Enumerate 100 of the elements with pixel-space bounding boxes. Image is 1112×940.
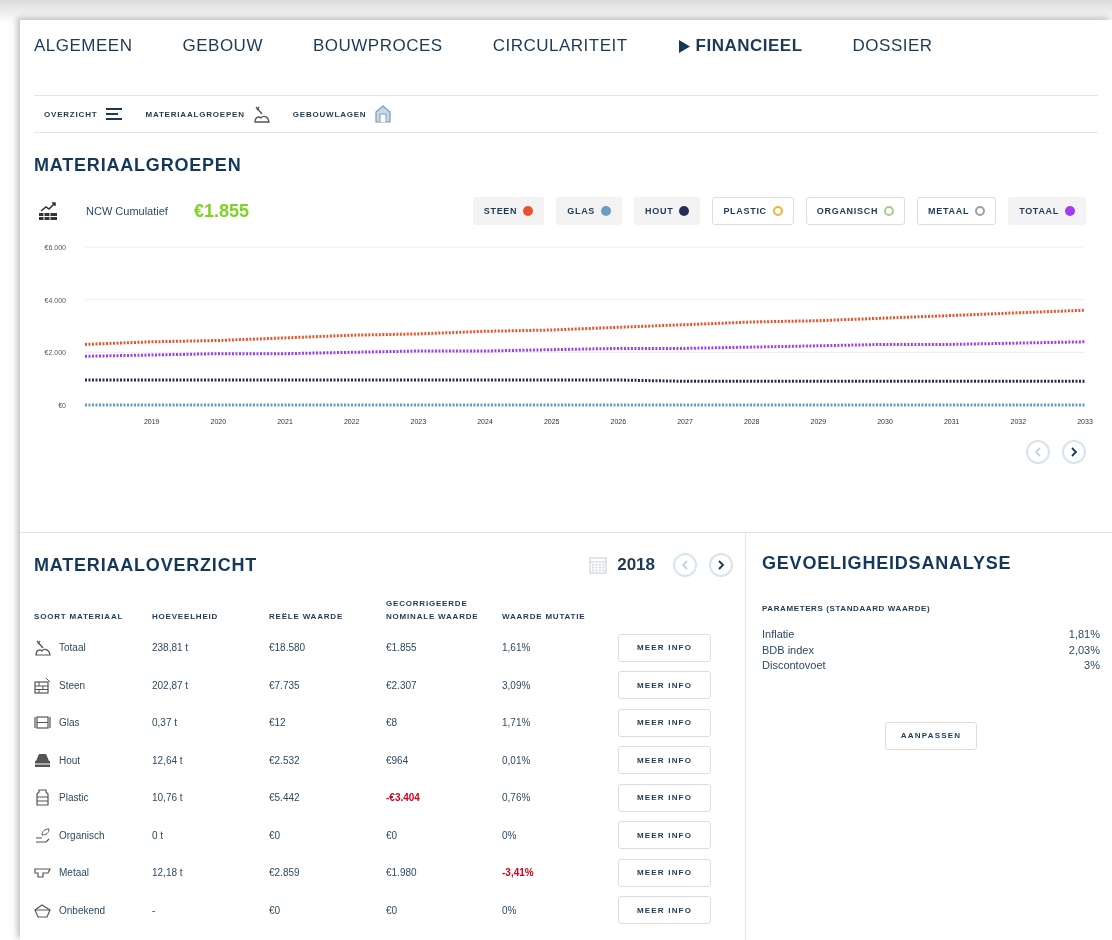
table-cell: €2.307 bbox=[386, 679, 417, 691]
lines-icon bbox=[105, 105, 124, 123]
parameters-heading: PARAMETERS (STANDAARD WAARDE) bbox=[762, 604, 932, 613]
table-cell: 1,61% bbox=[502, 642, 531, 654]
section-title: GEVOELIGHEIDSANALYSE bbox=[762, 553, 1013, 574]
more-info-button[interactable]: MEER INFO bbox=[618, 746, 711, 775]
stack-icon bbox=[34, 751, 51, 769]
table-cell: €18.580 bbox=[269, 642, 306, 654]
legend-toggle[interactable]: ORGANISCH bbox=[805, 197, 906, 225]
table-cell: 0,76% bbox=[502, 792, 531, 804]
material-name: Glas bbox=[59, 717, 80, 729]
house-icon bbox=[374, 105, 393, 123]
tab[interactable]: ALGEMEEN bbox=[34, 36, 133, 56]
metric-value: €1.855 bbox=[193, 200, 249, 222]
table-cell: 202,87 t bbox=[152, 679, 189, 691]
column-header: REËLE WAARDE bbox=[269, 612, 344, 621]
table-cell: 0% bbox=[502, 829, 517, 841]
table-cell: 0,37 t bbox=[152, 717, 178, 729]
chevron-right-icon bbox=[1069, 447, 1079, 457]
chevron-left-icon bbox=[680, 560, 690, 570]
material-name: Onbekend bbox=[59, 904, 106, 916]
table-cell: €8 bbox=[386, 717, 398, 729]
material-name: Organisch bbox=[59, 829, 105, 841]
material-name: Plastic bbox=[59, 792, 89, 804]
year-label: 2018 bbox=[617, 555, 655, 575]
materials-icon bbox=[252, 105, 271, 123]
next-button[interactable] bbox=[1062, 440, 1086, 464]
table-cell: €964 bbox=[386, 754, 409, 766]
legend-toggle[interactable]: PLASTIC bbox=[712, 197, 794, 225]
more-info-button[interactable]: MEER INFO bbox=[618, 896, 711, 925]
table-cell: €0 bbox=[269, 904, 281, 916]
table-cell: €5.442 bbox=[269, 792, 300, 804]
table-cell: €0 bbox=[386, 904, 398, 916]
parameter-value: 2,03% bbox=[1068, 642, 1100, 658]
material-name: Steen bbox=[59, 679, 86, 691]
table-cell: 0,01% bbox=[502, 754, 531, 766]
chevron-right-icon bbox=[716, 560, 726, 570]
more-info-button[interactable]: MEER INFO bbox=[618, 708, 711, 737]
table-cell: €2.532 bbox=[269, 754, 300, 766]
table-cell: 0 t bbox=[152, 829, 164, 841]
triangle-icon bbox=[677, 39, 690, 53]
bricks-icon bbox=[34, 676, 51, 694]
legend-toggle[interactable]: TOTAAL bbox=[1008, 197, 1086, 225]
column-header: GECORRIGEERDE NOMINALE WAARDE bbox=[386, 598, 480, 623]
table-cell: €1.980 bbox=[386, 867, 417, 879]
parameter-value: 3% bbox=[1084, 658, 1100, 673]
parameter-label: BDB index bbox=[762, 642, 814, 658]
calendar-icon bbox=[589, 556, 608, 574]
table-cell: 238,81 t bbox=[152, 642, 189, 654]
table-cell: 12,64 t bbox=[152, 754, 183, 766]
nav-link[interactable]: MATERIAALGROEPEN bbox=[145, 105, 271, 123]
tab[interactable]: BOUWPROCES bbox=[312, 36, 443, 56]
table-cell: 12,18 t bbox=[152, 867, 183, 879]
chart-growth-icon bbox=[38, 201, 58, 221]
next-button[interactable] bbox=[709, 553, 733, 577]
tab[interactable]: FINANCIEEL bbox=[677, 36, 803, 56]
section-title: MATERIAALGROEPEN bbox=[34, 155, 243, 176]
metric-label: NCW Cumulatief bbox=[86, 205, 168, 217]
section-title: MATERIAALOVERZICHT bbox=[34, 554, 258, 576]
tab[interactable]: DOSSIER bbox=[852, 36, 933, 56]
table-cell: €7.735 bbox=[269, 679, 300, 691]
table-cell: €12 bbox=[269, 717, 286, 729]
column-header: SOORT MATERIAAL bbox=[34, 612, 124, 621]
bottle-icon bbox=[34, 789, 51, 807]
more-info-button[interactable]: MEER INFO bbox=[618, 858, 711, 887]
table-cell: €0 bbox=[386, 829, 398, 841]
material-name: Hout bbox=[59, 754, 81, 766]
tab[interactable]: GEBOUW bbox=[182, 36, 263, 56]
table-cell: -3,41% bbox=[502, 867, 534, 879]
column-header: WAARDE MUTATIE bbox=[502, 612, 586, 621]
tab[interactable]: CIRCULARITEIT bbox=[492, 36, 628, 56]
plant-icon bbox=[34, 826, 51, 844]
legend-toggle[interactable]: GLAS bbox=[556, 197, 623, 225]
legend-toggle[interactable]: METAAL bbox=[917, 197, 997, 225]
table-cell: €1.855 bbox=[386, 642, 417, 654]
table-cell: -€3.404 bbox=[386, 792, 420, 804]
parameter-label: Discontovoet bbox=[762, 658, 826, 673]
chevron-left-icon bbox=[1033, 447, 1043, 457]
column-header: HOEVEELHEID bbox=[152, 612, 219, 621]
more-info-button[interactable]: MEER INFO bbox=[618, 783, 711, 812]
adjust-button[interactable]: AANPASSEN bbox=[885, 721, 977, 750]
material-name: Totaal bbox=[59, 642, 86, 654]
parameter-value: 1,81% bbox=[1068, 627, 1100, 642]
window-icon bbox=[34, 714, 51, 732]
table-cell: 3,09% bbox=[502, 679, 531, 691]
table-cell: €0 bbox=[269, 829, 281, 841]
more-info-button[interactable]: MEER INFO bbox=[618, 671, 711, 700]
table-cell: 0% bbox=[502, 904, 517, 916]
legend-toggle[interactable]: STEEN bbox=[472, 197, 545, 225]
legend-toggle[interactable]: HOUT bbox=[634, 197, 701, 225]
table-cell: 10,76 t bbox=[152, 792, 183, 804]
table-cell: 1,71% bbox=[502, 717, 531, 729]
parameter-label: Inflatie bbox=[762, 627, 795, 642]
table-cell: €2.859 bbox=[269, 867, 300, 879]
more-info-button[interactable]: MEER INFO bbox=[618, 633, 711, 662]
nav-link[interactable]: OVERZICHT bbox=[44, 105, 124, 123]
table-cell: - bbox=[152, 904, 156, 916]
nav-link[interactable]: GEBOUWLAGEN bbox=[292, 105, 393, 123]
more-info-button[interactable]: MEER INFO bbox=[618, 821, 711, 850]
materials-icon bbox=[34, 639, 51, 657]
